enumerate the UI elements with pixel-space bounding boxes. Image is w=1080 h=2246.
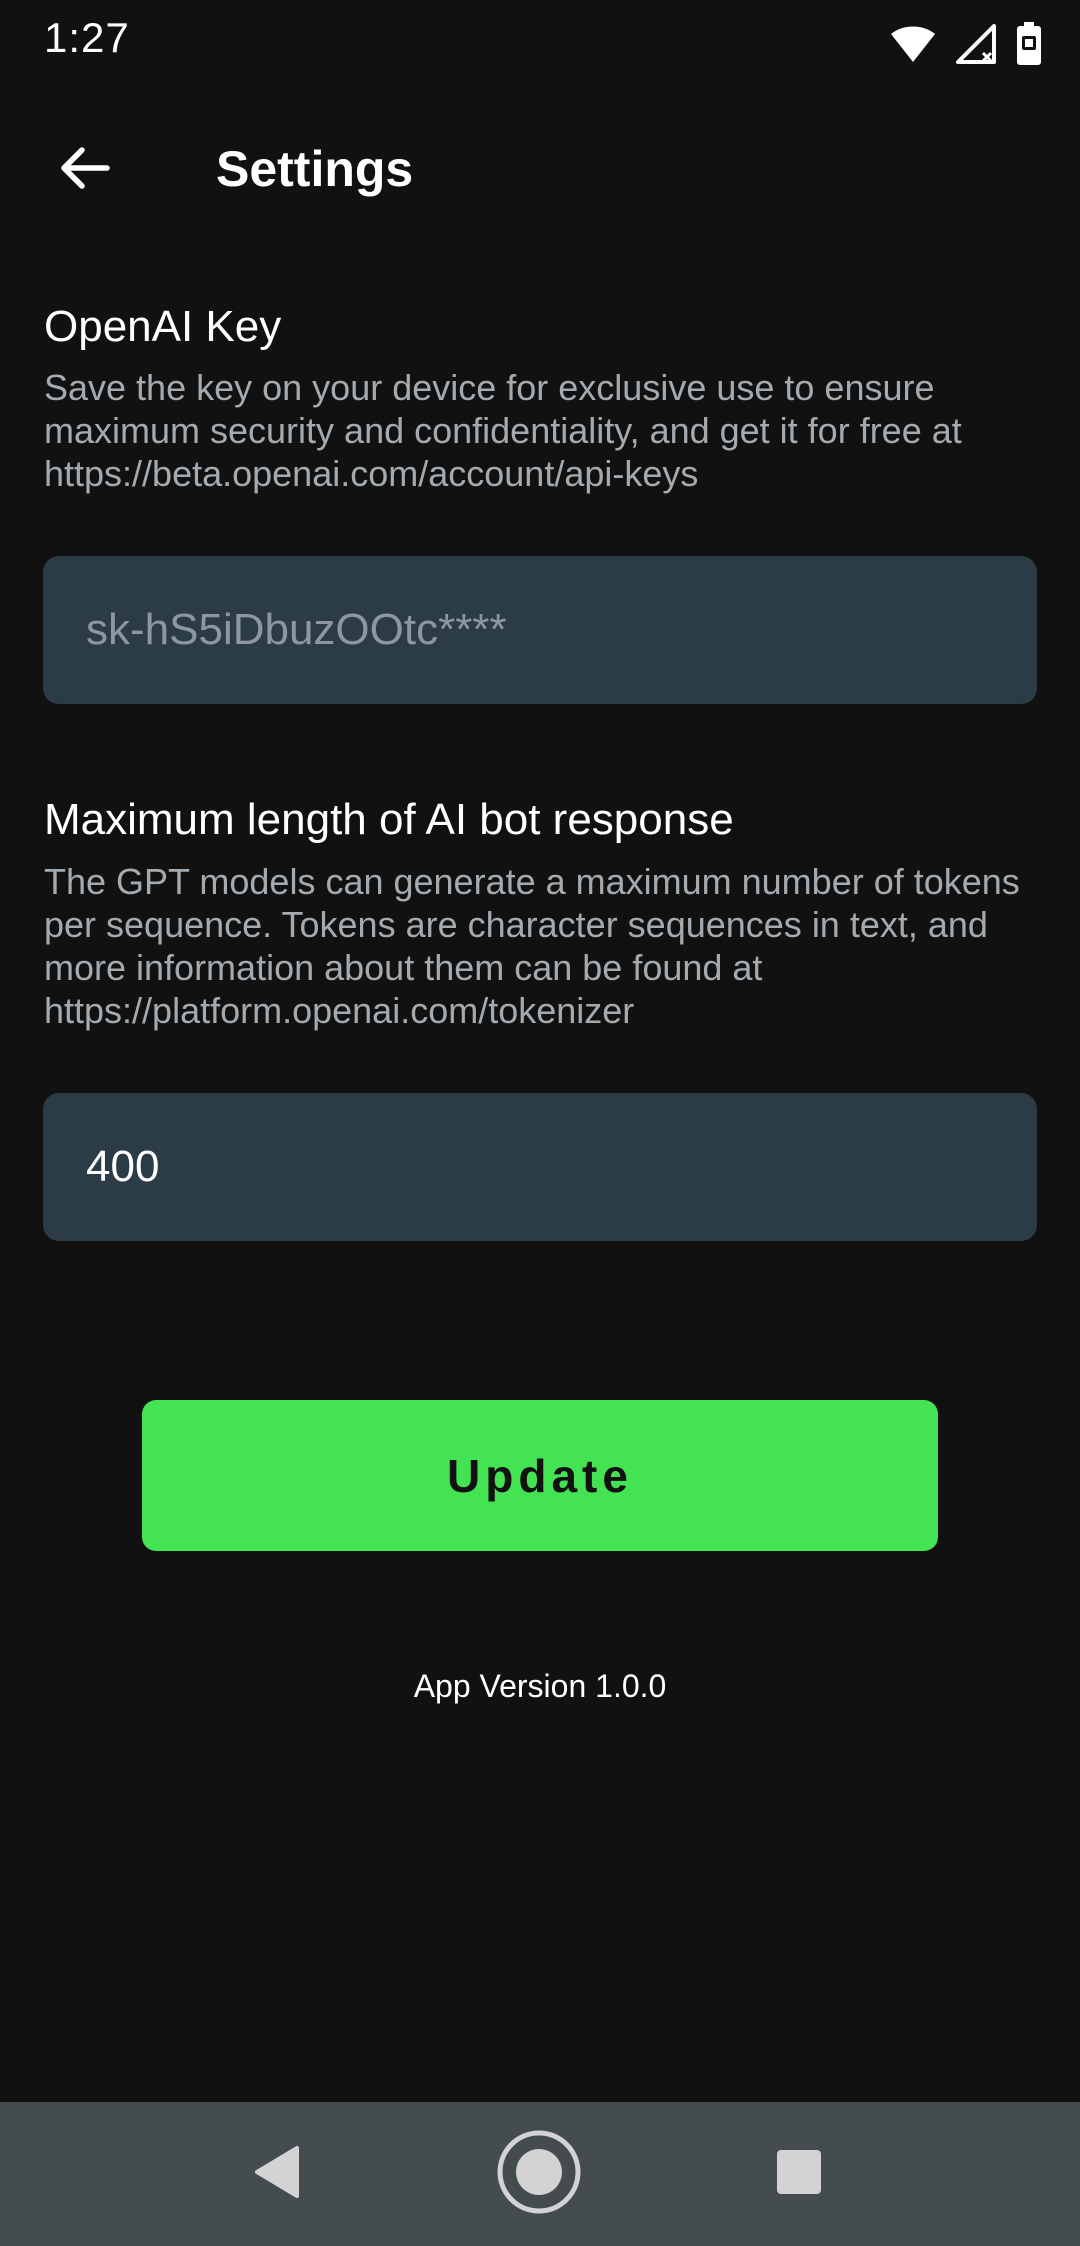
- status-bar: 1:27: [0, 0, 1080, 88]
- wifi-icon: [890, 24, 936, 64]
- nav-home-icon: [496, 2129, 582, 2220]
- nav-home-button[interactable]: [469, 2102, 609, 2246]
- nav-recents-icon: [775, 2148, 823, 2201]
- settings-screen: 1:27 Settings OpenAI Key Save the key on…: [0, 0, 1080, 2246]
- app-version: App Version 1.0.0: [413, 1668, 667, 1704]
- status-icons: [890, 22, 1042, 66]
- arrow-left-icon: [58, 146, 110, 195]
- battery-icon: [1016, 22, 1042, 66]
- status-time: 1:27: [44, 14, 130, 61]
- openai-key-title: OpenAI Key: [44, 302, 282, 351]
- nav-back-icon: [253, 2145, 301, 2204]
- update-button[interactable]: Update: [142, 1400, 938, 1551]
- max-length-field[interactable]: [43, 1093, 1037, 1241]
- nav-recents-button[interactable]: [729, 2102, 869, 2246]
- openai-key-input[interactable]: [86, 605, 1006, 655]
- openai-key-description: Save the key on your device for exclusiv…: [44, 367, 962, 494]
- page-title: Settings: [216, 141, 414, 197]
- nav-back-button[interactable]: [207, 2102, 347, 2246]
- signal-icon: [956, 24, 996, 64]
- max-length-title: Maximum length of AI bot response: [44, 795, 734, 844]
- back-button[interactable]: [44, 135, 124, 205]
- openai-key-field[interactable]: [43, 556, 1037, 704]
- max-length-input[interactable]: [86, 1142, 1006, 1192]
- max-length-description: The GPT models can generate a maximum nu…: [44, 861, 1020, 1031]
- app-bar: Settings: [0, 110, 1080, 230]
- system-nav-bar: [0, 2102, 1080, 2246]
